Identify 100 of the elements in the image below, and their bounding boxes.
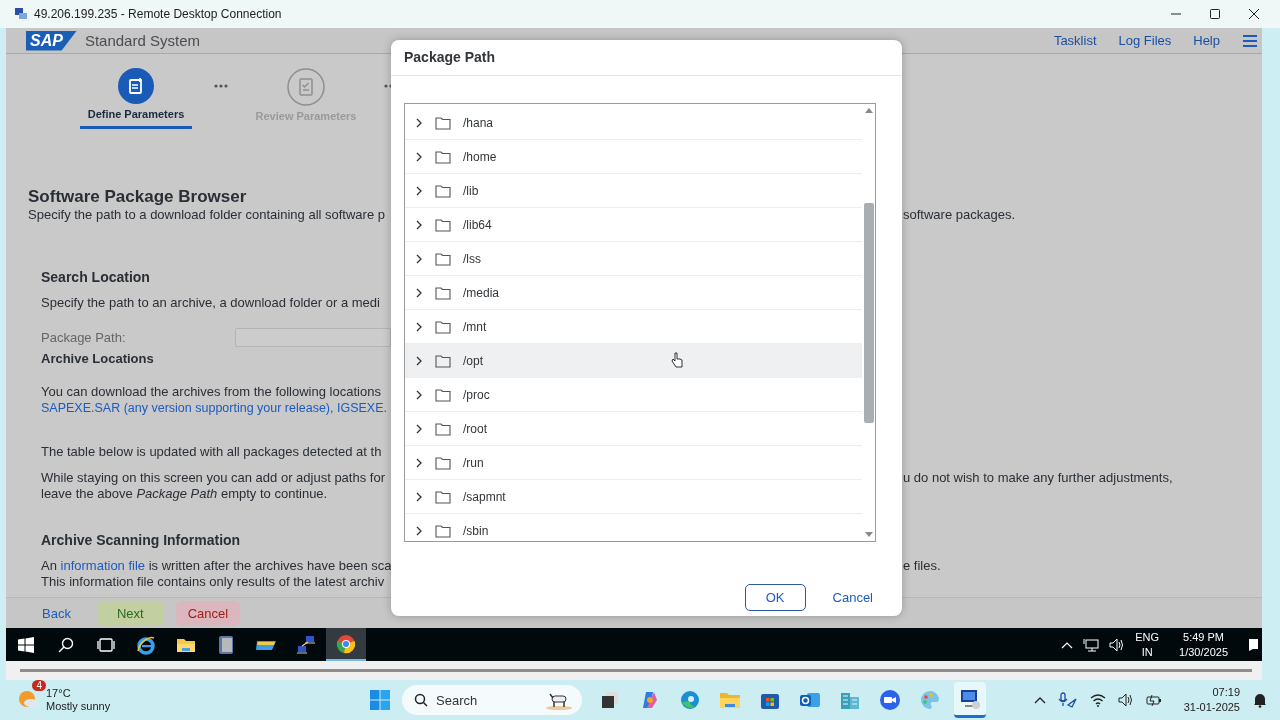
volume-icon[interactable]: [1117, 693, 1134, 707]
folder-icon: [435, 115, 451, 130]
close-icon[interactable]: [1248, 8, 1260, 20]
hand-cursor-icon: [671, 352, 683, 368]
section-text: e files.: [903, 558, 941, 574]
expand-chevron-icon[interactable]: [415, 389, 423, 400]
internet-explorer-icon: [136, 634, 156, 655]
region-indicator[interactable]: IN: [1141, 644, 1153, 660]
language-indicator[interactable]: ENG: [1135, 629, 1160, 645]
step-connector-icon: [214, 84, 228, 88]
section-text: This information file contains only results of the latest archiv: [41, 574, 385, 590]
header-link[interactable]: Help: [1193, 33, 1220, 48]
edge-icon: [680, 690, 700, 710]
task-view-icon: [97, 637, 115, 652]
network-computers-icon: [296, 634, 316, 655]
expand-chevron-icon[interactable]: [415, 355, 423, 366]
weather-condition[interactable]: Mostly sunny: [46, 700, 111, 713]
folder-row[interactable]: /opt: [405, 344, 862, 378]
folder-row[interactable]: /lss: [405, 242, 862, 276]
header-link[interactable]: Tasklist: [1053, 33, 1097, 48]
expand-chevron-icon[interactable]: [415, 253, 423, 264]
clock-date[interactable]: 31-01-2025: [1183, 700, 1240, 715]
package-path-field[interactable]: [235, 327, 391, 347]
page-title: Software Package Browser: [28, 187, 247, 207]
folder-icon: [435, 183, 451, 198]
folder-icon: [435, 319, 451, 334]
edit-document-icon: [118, 68, 154, 104]
task-view-icon: [600, 690, 620, 710]
wizard-step[interactable]: Define Parameters: [80, 54, 192, 129]
expand-chevron-icon[interactable]: [415, 423, 423, 434]
expand-chevron-icon[interactable]: [415, 287, 423, 298]
maximize-icon[interactable]: [1209, 8, 1221, 20]
section-text: While staying on this screen you can add or adjust paths for: [41, 470, 385, 486]
scroll-up-icon[interactable]: [864, 108, 873, 113]
volume-icon[interactable]: [1109, 637, 1126, 652]
microphone-icon[interactable]: [1057, 692, 1078, 708]
search-field[interactable]: Search: [402, 685, 582, 715]
folder-row[interactable]: /home: [405, 140, 862, 174]
taskbar-app[interactable]: [326, 628, 366, 661]
dialog-title: Package Path: [391, 40, 902, 76]
palette-icon: [919, 689, 941, 711]
folder-row[interactable]: /lib: [405, 174, 862, 208]
dialog-button[interactable]: OK: [744, 583, 806, 611]
folder-icon: [435, 149, 451, 164]
section-heading: Archive Scanning Information: [41, 532, 241, 548]
folder-icon: [435, 217, 451, 232]
building-icon: [839, 690, 861, 710]
expand-chevron-icon[interactable]: [415, 185, 423, 196]
footer-button[interactable]: Next: [96, 600, 164, 626]
taskbar-app[interactable]: [954, 682, 986, 718]
section-text: An: [41, 558, 57, 573]
folder-row[interactable]: /lib64: [405, 208, 862, 242]
copilot-icon: [640, 690, 660, 710]
footer-button[interactable]: Back: [28, 600, 85, 626]
folder-icon: [435, 421, 451, 436]
section-heading: Archive Locations: [41, 351, 154, 366]
information-file-link[interactable]: information file: [60, 558, 146, 573]
section-text: u do not wish to make any further adjustments,: [903, 470, 1173, 486]
folder-row[interactable]: /media: [405, 276, 862, 310]
expand-chevron-icon[interactable]: [415, 321, 423, 332]
folder-row[interactable]: /proc: [405, 378, 862, 412]
temperature[interactable]: 17°C: [46, 687, 111, 700]
folder-icon: [435, 387, 451, 402]
folder-row[interactable]: /sapmnt: [405, 480, 862, 514]
notification-icon[interactable]: [1248, 637, 1258, 652]
scroll-down-icon[interactable]: [864, 532, 873, 537]
network-icon[interactable]: [1083, 637, 1100, 652]
system-title: Standard System: [84, 32, 200, 49]
scrollbar[interactable]: [20, 669, 1252, 672]
expand-chevron-icon[interactable]: [415, 525, 423, 536]
folder-row[interactable]: /root: [405, 412, 862, 446]
clock-date[interactable]: 1/30/2025: [1179, 644, 1228, 660]
folder-row[interactable]: /sbin: [405, 514, 862, 541]
expand-chevron-icon[interactable]: [415, 151, 423, 162]
window-title: 49.206.199.235 - Remote Desktop Connection: [34, 7, 282, 21]
notification-bell-icon[interactable]: [1252, 692, 1268, 708]
section-text: You can download the archives from the following locations: [41, 384, 381, 400]
expand-chevron-icon[interactable]: [415, 491, 423, 502]
wifi-icon[interactable]: [1089, 693, 1106, 707]
archive-link[interactable]: SAPEXE.SAR (any version supporting your release), IGSEXE.: [41, 400, 387, 416]
notification-badge: 4: [32, 680, 46, 691]
expand-chevron-icon[interactable]: [415, 457, 423, 468]
clock-time[interactable]: 07:19: [1212, 685, 1240, 700]
field-label: Package Path:: [41, 329, 127, 345]
folder-icon: [435, 251, 451, 266]
chevron-up-icon[interactable]: [1033, 696, 1046, 704]
folder-row[interactable]: /run: [405, 446, 862, 480]
folder-row[interactable]: /hana: [405, 106, 862, 140]
scrollbar-thumb[interactable]: [863, 203, 874, 423]
expand-chevron-icon[interactable]: [415, 219, 423, 230]
clock-time[interactable]: 5:49 PM: [1183, 629, 1224, 645]
footer-button[interactable]: Cancel: [175, 600, 241, 626]
page-description: Specify the path to a download folder containing all software p: [28, 207, 385, 223]
chrome-icon: [336, 633, 356, 654]
battery-icon[interactable]: [1145, 694, 1162, 706]
section-heading: Search Location: [41, 269, 150, 285]
sap-logo: SAP: [26, 30, 77, 51]
expand-chevron-icon[interactable]: [415, 117, 423, 128]
menu-icon[interactable]: [1242, 33, 1258, 48]
header-link[interactable]: Log Files: [1118, 33, 1172, 48]
